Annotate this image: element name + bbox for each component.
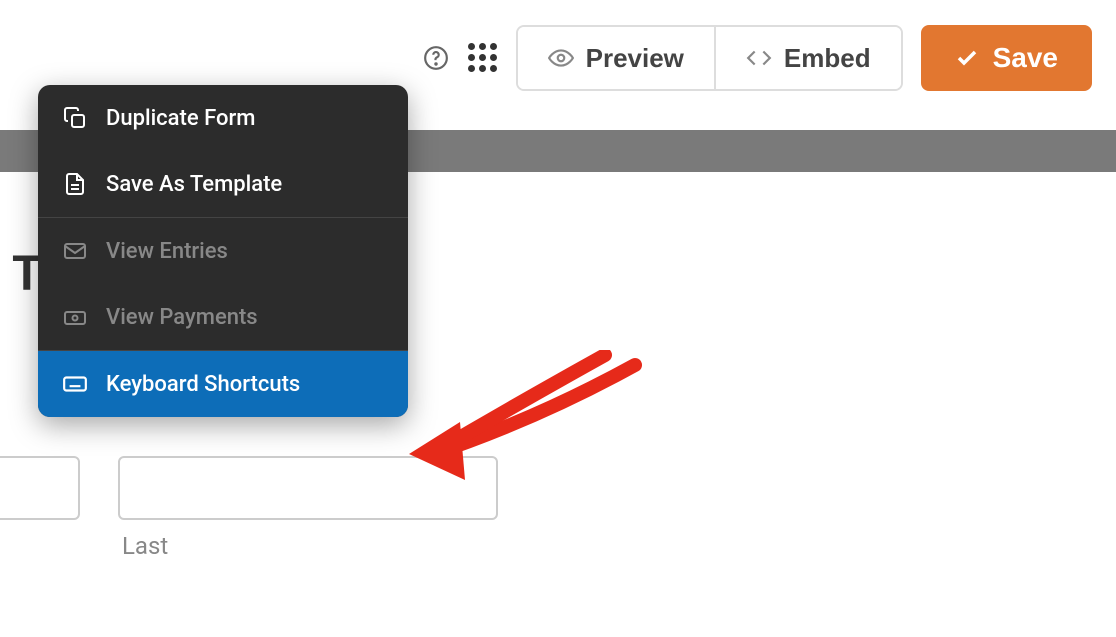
last-name-label: Last <box>122 532 168 560</box>
embed-button[interactable]: Embed <box>714 27 901 89</box>
check-icon <box>955 46 979 70</box>
help-icon[interactable] <box>422 44 450 72</box>
template-icon <box>62 171 88 197</box>
save-label: Save <box>993 42 1058 74</box>
payments-icon <box>62 304 88 330</box>
toolbar: Preview Embed Save <box>0 25 1116 91</box>
first-name-input[interactable] <box>0 456 80 520</box>
menu-item-save-as-template[interactable]: Save As Template <box>38 151 408 217</box>
menu-item-view-payments[interactable]: View Payments <box>38 284 408 350</box>
envelope-icon <box>62 238 88 264</box>
duplicate-icon <box>62 105 88 131</box>
menu-label: Keyboard Shortcuts <box>106 372 300 397</box>
code-icon <box>746 45 772 71</box>
embed-label: Embed <box>784 43 871 74</box>
last-name-input[interactable] <box>118 456 498 520</box>
button-group: Preview Embed <box>516 25 903 91</box>
actions-menu: Duplicate Form Save As Template View Ent… <box>38 85 408 417</box>
menu-label: View Entries <box>106 239 228 264</box>
menu-item-keyboard-shortcuts[interactable]: Keyboard Shortcuts <box>38 351 408 417</box>
menu-item-duplicate-form[interactable]: Duplicate Form <box>38 85 408 151</box>
save-button[interactable]: Save <box>921 25 1092 91</box>
menu-item-view-entries[interactable]: View Entries <box>38 218 408 284</box>
keyboard-icon <box>62 371 88 397</box>
preview-label: Preview <box>586 43 684 74</box>
apps-grid-icon[interactable] <box>468 43 498 73</box>
menu-label: Duplicate Form <box>106 106 255 131</box>
preview-button[interactable]: Preview <box>518 27 714 89</box>
menu-label: View Payments <box>106 305 258 330</box>
eye-icon <box>548 45 574 71</box>
menu-label: Save As Template <box>106 172 282 197</box>
